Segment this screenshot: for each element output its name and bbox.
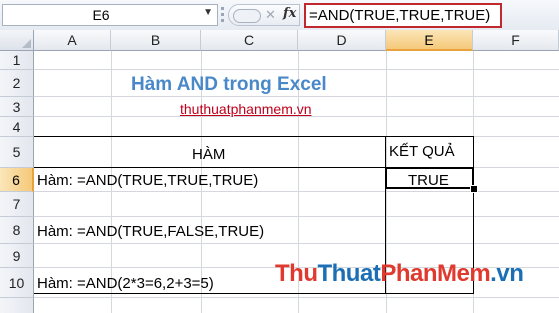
header-ham: HÀM bbox=[192, 146, 226, 163]
sheet-title: Hàm AND trong Excel bbox=[131, 74, 327, 95]
formula-bar: E6 ▼ ✕ fx =AND(TRUE,TRUE,TRUE) bbox=[0, 0, 559, 31]
row-header-11[interactable] bbox=[0, 298, 34, 313]
grid-line bbox=[34, 96, 559, 97]
active-cell-e6[interactable] bbox=[385, 167, 474, 189]
grid-line bbox=[34, 69, 559, 70]
row-header-6[interactable]: 6 bbox=[0, 168, 34, 192]
grid-line bbox=[34, 216, 559, 217]
row-header-2[interactable]: 2 bbox=[0, 70, 34, 97]
formula-controls: ✕ fx bbox=[228, 4, 300, 26]
website-link[interactable]: thuthuatphanmem.vn bbox=[180, 101, 312, 117]
row-header-4[interactable]: 4 bbox=[0, 117, 34, 137]
column-header-a[interactable]: A bbox=[34, 30, 111, 51]
insert-function-button[interactable]: fx bbox=[283, 6, 296, 21]
column-header-e[interactable]: E bbox=[386, 30, 473, 51]
grid-line bbox=[34, 243, 559, 244]
row-header-5[interactable]: 5 bbox=[0, 137, 34, 168]
row-header-9[interactable]: 9 bbox=[0, 244, 34, 268]
row-header-7[interactable]: 7 bbox=[0, 192, 34, 217]
cell-a10[interactable]: Hàm: =AND(2*3=6,2+3=5) bbox=[37, 275, 214, 292]
row-header-8[interactable]: 8 bbox=[0, 217, 34, 244]
select-all-button[interactable] bbox=[0, 30, 34, 51]
cell-a6[interactable]: Hàm: =AND(TRUE,TRUE,TRUE) bbox=[37, 172, 258, 189]
formula-input[interactable]: =AND(TRUE,TRUE,TRUE) bbox=[304, 3, 502, 28]
name-box-value: E6 bbox=[92, 7, 110, 23]
column-header-f[interactable]: F bbox=[473, 30, 559, 51]
row-header-1[interactable]: 1 bbox=[0, 51, 34, 70]
name-box[interactable]: E6 ▼ bbox=[2, 4, 218, 26]
cancel-icon[interactable]: ✕ bbox=[265, 7, 276, 23]
watermark-logo: ThuThuatPhanMem.vn bbox=[275, 260, 524, 287]
grip-icon[interactable] bbox=[221, 4, 224, 26]
cell-a8[interactable]: Hàm: =AND(TRUE,FALSE,TRUE) bbox=[37, 223, 264, 240]
chevron-down-icon[interactable]: ▼ bbox=[203, 7, 213, 18]
header-ket-qua: KẾT QUẢ bbox=[389, 143, 455, 160]
row-header-3[interactable]: 3 bbox=[0, 97, 34, 117]
grid-line bbox=[34, 191, 559, 192]
fill-handle[interactable] bbox=[470, 185, 478, 193]
row-header-10[interactable]: 10 bbox=[0, 268, 34, 298]
grid-line bbox=[34, 297, 559, 298]
column-header-c[interactable]: C bbox=[201, 30, 298, 51]
column-header-b[interactable]: B bbox=[111, 30, 201, 51]
column-header-d[interactable]: D bbox=[298, 30, 386, 51]
border-line bbox=[34, 136, 474, 137]
border-line bbox=[34, 293, 474, 294]
expand-handle-icon[interactable] bbox=[233, 9, 261, 23]
